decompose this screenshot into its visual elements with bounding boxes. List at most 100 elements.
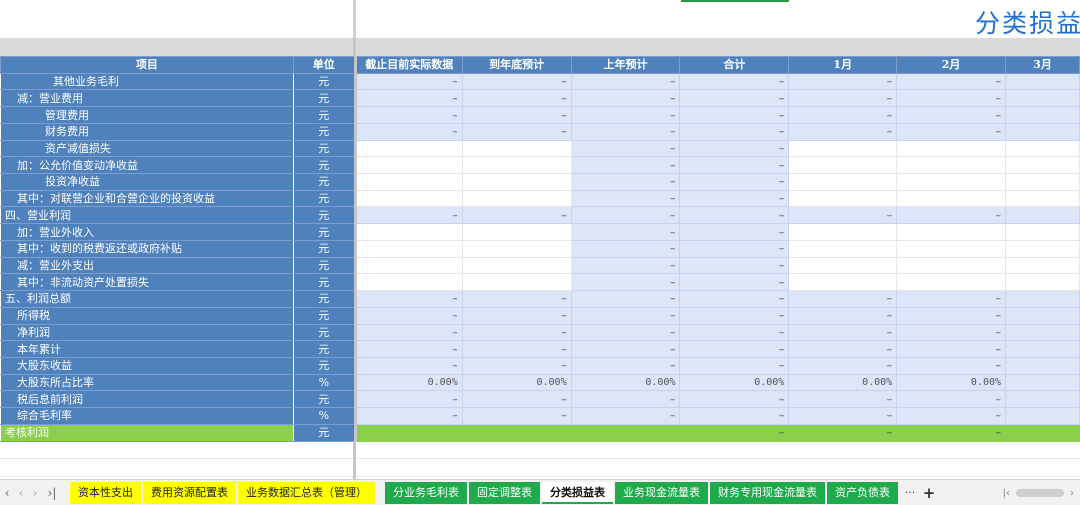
row-unit[interactable]: 元 bbox=[292, 89, 357, 108]
data-cell[interactable]: – bbox=[788, 122, 898, 141]
row-label[interactable]: 五、利润总额 bbox=[0, 290, 294, 308]
data-cell[interactable]: – bbox=[570, 356, 681, 375]
data-cell[interactable]: – bbox=[788, 89, 898, 108]
data-cell[interactable] bbox=[1005, 407, 1080, 425]
data-cell[interactable]: – bbox=[679, 156, 790, 175]
data-cell[interactable] bbox=[461, 256, 572, 275]
sheet-tab[interactable]: 分业务毛利表 bbox=[385, 481, 467, 504]
header-item[interactable]: 项目 bbox=[0, 56, 294, 74]
data-cell[interactable]: – bbox=[896, 89, 1007, 108]
data-cell[interactable]: – bbox=[896, 356, 1007, 375]
data-cell[interactable]: 0.00% bbox=[788, 373, 898, 392]
data-cell[interactable]: – bbox=[679, 206, 790, 225]
data-cell[interactable]: – bbox=[570, 122, 681, 141]
data-cell[interactable]: – bbox=[896, 72, 1007, 91]
data-cell[interactable] bbox=[1005, 106, 1080, 124]
data-cell[interactable]: – bbox=[679, 356, 790, 375]
data-cell[interactable]: – bbox=[679, 106, 790, 124]
data-cell[interactable] bbox=[461, 173, 572, 191]
data-cell[interactable]: – bbox=[896, 290, 1007, 308]
sheet-tab[interactable]: 财务专用现金流量表 bbox=[710, 481, 825, 504]
data-cell[interactable]: – bbox=[788, 206, 898, 225]
row-label[interactable]: 大股东收益 bbox=[0, 356, 294, 375]
row-unit[interactable]: 元 bbox=[292, 256, 357, 275]
data-cell[interactable]: – bbox=[570, 407, 681, 425]
data-cell[interactable]: – bbox=[570, 173, 681, 191]
data-cell[interactable] bbox=[1005, 356, 1080, 375]
data-cell[interactable]: – bbox=[788, 306, 898, 325]
horizontal-scrollbar[interactable]: |‹ › bbox=[1003, 486, 1074, 500]
data-cell[interactable]: – bbox=[896, 390, 1007, 409]
data-cell[interactable] bbox=[788, 173, 898, 191]
data-cell[interactable] bbox=[1005, 223, 1080, 241]
row-unit[interactable]: 元 bbox=[292, 239, 357, 258]
data-cell[interactable]: – bbox=[461, 206, 572, 225]
sheet-tab[interactable]: 资本性支出 bbox=[70, 481, 141, 504]
data-cell[interactable] bbox=[788, 239, 898, 258]
data-cell[interactable]: – bbox=[896, 206, 1007, 225]
data-cell[interactable]: – bbox=[896, 122, 1007, 141]
data-cell[interactable]: – bbox=[788, 356, 898, 375]
data-cell[interactable]: – bbox=[679, 139, 790, 158]
data-cell[interactable] bbox=[1005, 156, 1080, 175]
row-label[interactable]: 其中：非流动资产处置损失 bbox=[0, 273, 294, 292]
row-unit[interactable]: 元 bbox=[292, 290, 357, 308]
data-cell[interactable]: – bbox=[788, 407, 898, 425]
data-cell[interactable]: – bbox=[896, 306, 1007, 325]
data-cell[interactable] bbox=[354, 239, 463, 258]
data-cell[interactable] bbox=[354, 156, 463, 175]
data-cell[interactable]: – bbox=[461, 122, 572, 141]
row-label[interactable]: 资产减值损失 bbox=[0, 139, 294, 158]
header-feb[interactable]: 2月 bbox=[896, 56, 1007, 74]
row-unit[interactable]: 元 bbox=[292, 223, 357, 241]
data-cell[interactable] bbox=[1005, 390, 1080, 409]
data-cell[interactable]: – bbox=[570, 239, 681, 258]
data-cell[interactable] bbox=[1005, 373, 1080, 392]
data-cell[interactable] bbox=[788, 223, 898, 241]
data-cell[interactable]: – bbox=[354, 323, 463, 342]
data-cell[interactable] bbox=[788, 273, 898, 292]
data-cell[interactable] bbox=[461, 156, 572, 175]
data-cell[interactable]: – bbox=[679, 306, 790, 325]
data-cell[interactable]: 0.00% bbox=[354, 373, 463, 392]
chevron-right-icon[interactable]: › bbox=[28, 486, 42, 500]
data-cell[interactable]: – bbox=[788, 340, 898, 358]
data-cell[interactable] bbox=[896, 273, 1007, 292]
data-cell[interactable] bbox=[461, 223, 572, 241]
row-label[interactable]: 其中：对联营企业和合营企业的投资收益 bbox=[0, 189, 294, 208]
data-cell[interactable] bbox=[896, 223, 1007, 241]
data-cell[interactable] bbox=[1005, 189, 1080, 208]
row-unit[interactable]: 元 bbox=[292, 273, 357, 292]
row-label[interactable]: 税后息前利润 bbox=[0, 390, 294, 409]
row-unit[interactable]: % bbox=[292, 407, 357, 425]
data-cell[interactable] bbox=[1005, 139, 1080, 158]
data-cell[interactable]: – bbox=[788, 106, 898, 124]
chevron-left-icon[interactable]: ‹ bbox=[14, 486, 28, 500]
data-cell[interactable]: – bbox=[354, 206, 463, 225]
more-sheets-button[interactable]: ··· bbox=[900, 486, 920, 499]
data-cell[interactable]: – bbox=[896, 423, 1007, 442]
sheet-tab[interactable]: 费用资源配置表 bbox=[143, 481, 236, 504]
data-cell[interactable]: – bbox=[461, 106, 572, 124]
data-cell[interactable]: – bbox=[570, 206, 681, 225]
data-cell[interactable] bbox=[461, 423, 572, 442]
data-cell[interactable] bbox=[1005, 122, 1080, 141]
sheet-tab[interactable]: 分类损益表 bbox=[542, 481, 613, 504]
data-cell[interactable]: – bbox=[570, 156, 681, 175]
data-cell[interactable]: 0.00% bbox=[896, 373, 1007, 392]
data-cell[interactable] bbox=[1005, 323, 1080, 342]
row-unit[interactable]: 元 bbox=[292, 156, 357, 175]
data-cell[interactable]: 0.00% bbox=[679, 373, 790, 392]
row-unit[interactable]: 元 bbox=[292, 306, 357, 325]
data-cell[interactable] bbox=[1005, 423, 1080, 442]
data-cell[interactable] bbox=[788, 139, 898, 158]
data-cell[interactable]: – bbox=[570, 106, 681, 124]
data-cell[interactable]: – bbox=[461, 390, 572, 409]
row-label[interactable]: 加：公允价值变动净收益 bbox=[0, 156, 294, 175]
row-unit[interactable]: 元 bbox=[292, 423, 357, 442]
data-cell[interactable]: – bbox=[570, 189, 681, 208]
data-cell[interactable] bbox=[354, 223, 463, 241]
data-cell[interactable] bbox=[354, 423, 463, 442]
data-cell[interactable] bbox=[788, 156, 898, 175]
data-cell[interactable]: – bbox=[679, 256, 790, 275]
